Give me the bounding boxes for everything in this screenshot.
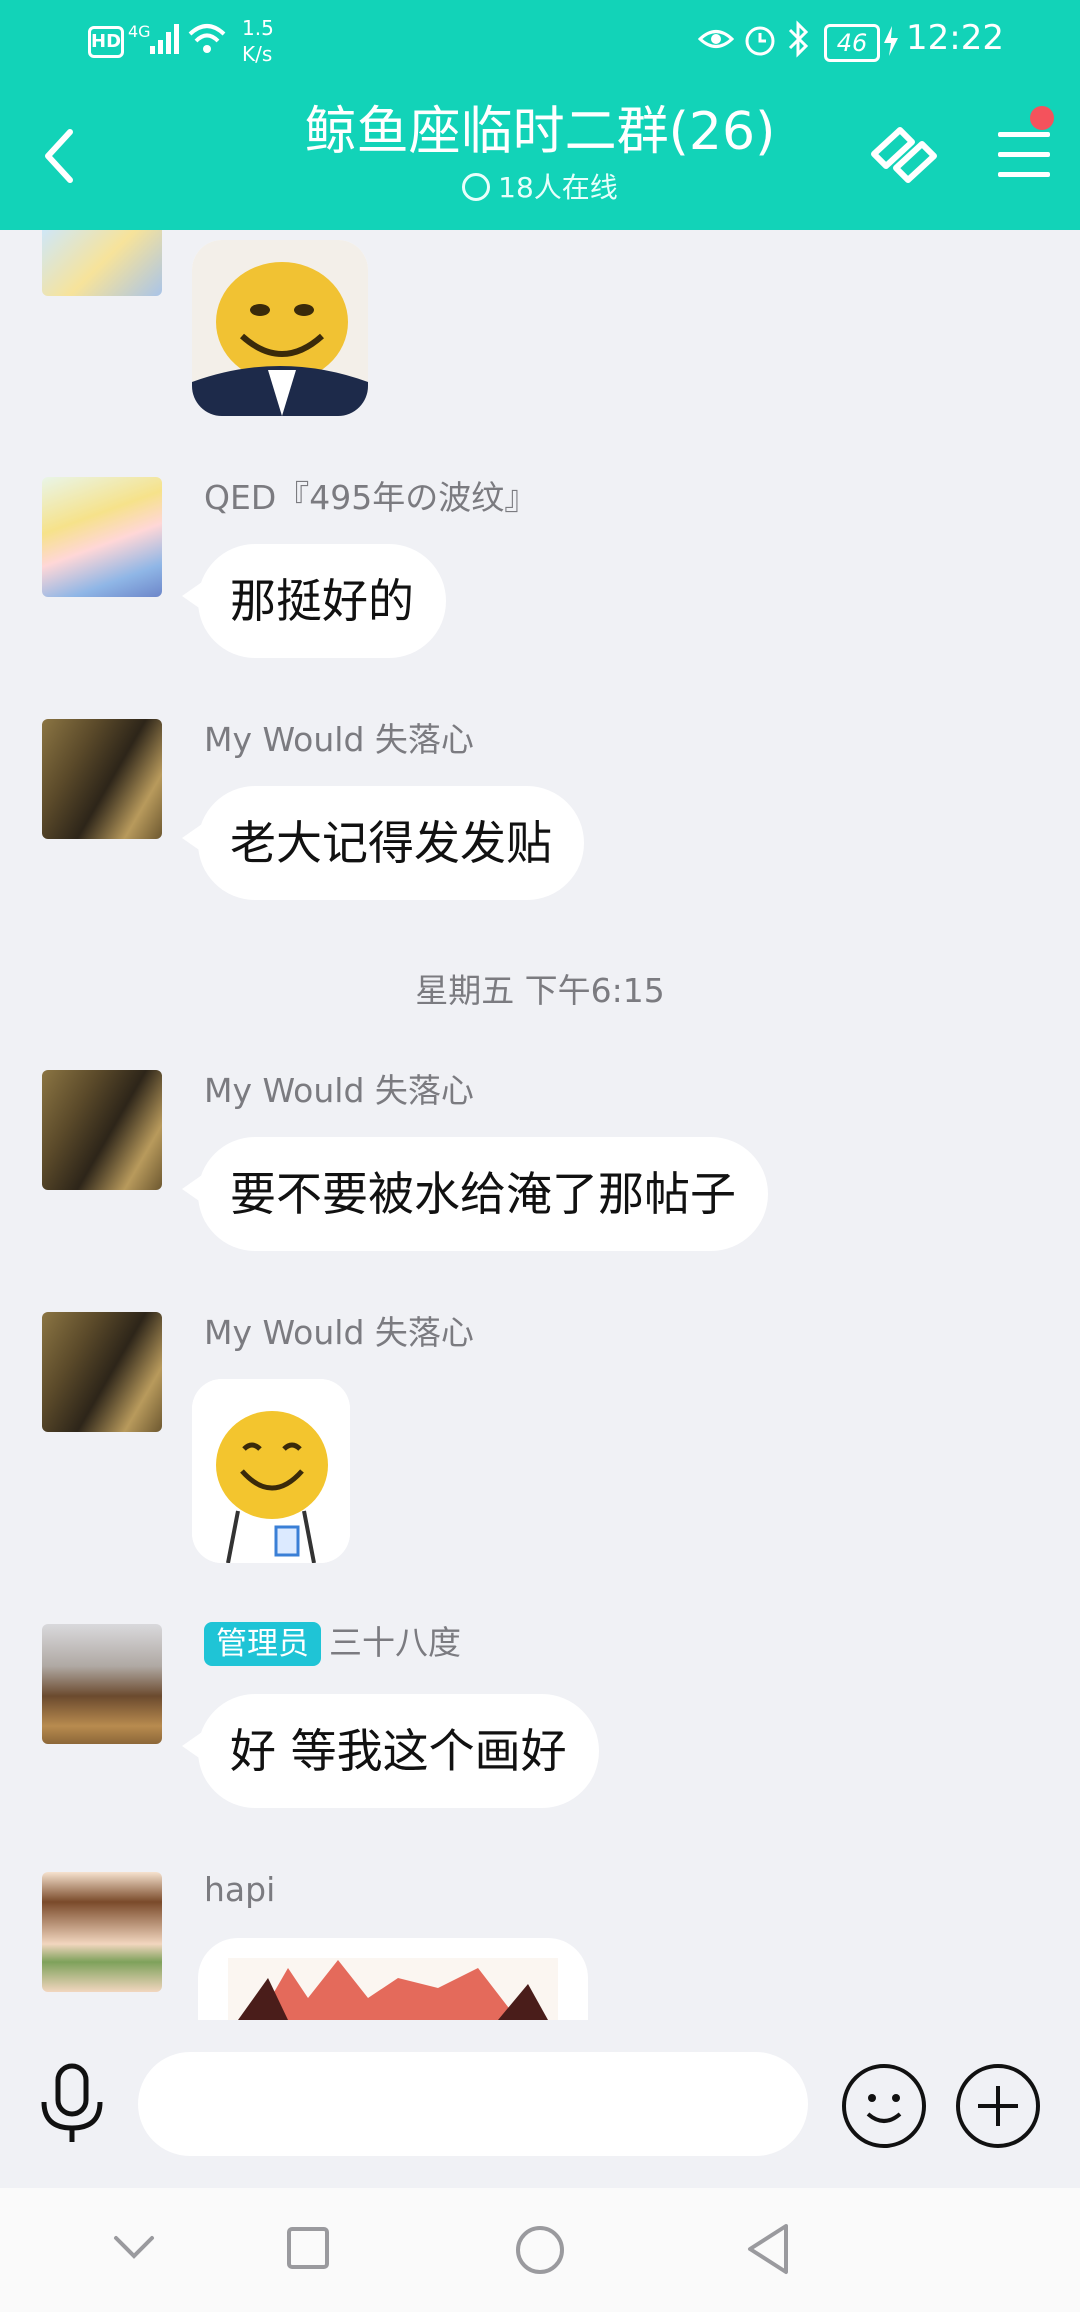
message-bubble[interactable]: 老大记得发发贴 bbox=[182, 786, 584, 900]
sender-name: My Would 失落心 bbox=[204, 1071, 474, 1110]
sender-name: hapi bbox=[204, 1870, 276, 1909]
alarm-icon bbox=[745, 26, 775, 56]
link-icon[interactable] bbox=[866, 120, 946, 192]
chat-header: HD 4G 1.5 K/s 46 12:22 鲸鱼座临时二群(26) 18人在线 bbox=[0, 0, 1080, 230]
system-nav-bar bbox=[0, 2188, 1080, 2312]
nav-hide-keyboard-icon[interactable] bbox=[112, 2232, 156, 2262]
check-circle-icon bbox=[462, 173, 491, 201]
smiley-face-sticker-icon bbox=[192, 240, 368, 416]
smiley-face-sticker-icon bbox=[192, 1379, 350, 1563]
notification-dot bbox=[1030, 106, 1054, 130]
message-input[interactable] bbox=[138, 2052, 808, 2156]
avatar[interactable] bbox=[42, 1872, 162, 1992]
avatar[interactable] bbox=[42, 1312, 162, 1432]
sender-name: 管理员 三十八度 bbox=[204, 1622, 461, 1666]
hd-indicator: HD bbox=[88, 26, 124, 58]
clock: 12:22 bbox=[906, 18, 1004, 58]
avatar[interactable] bbox=[42, 1624, 162, 1744]
eye-icon bbox=[698, 30, 734, 48]
admin-badge: 管理员 bbox=[204, 1622, 321, 1666]
charging-icon bbox=[884, 26, 898, 56]
sender-name: QED『495年の波纹』 bbox=[204, 478, 538, 517]
menu-icon[interactable] bbox=[996, 128, 1052, 180]
image-message[interactable] bbox=[198, 1938, 588, 2020]
nav-home-icon[interactable] bbox=[514, 2224, 566, 2276]
network-speed-value: 1.5 bbox=[242, 16, 274, 40]
emoji-icon bbox=[866, 2094, 902, 2123]
timestamp-divider: 星期五 下午6:15 bbox=[415, 971, 665, 1010]
avatar[interactable] bbox=[42, 719, 162, 839]
drawing-preview-icon bbox=[228, 1958, 558, 2020]
battery-icon: 46 bbox=[824, 24, 880, 62]
plus-button[interactable] bbox=[956, 2064, 1040, 2148]
wifi-icon bbox=[188, 24, 226, 53]
avatar[interactable] bbox=[42, 230, 162, 296]
network-speed-unit: K/s bbox=[242, 42, 273, 66]
message-bubble[interactable]: 要不要被水给淹了那帖子 bbox=[182, 1137, 768, 1251]
sticker-message[interactable] bbox=[192, 1379, 350, 1563]
avatar[interactable] bbox=[42, 477, 162, 597]
microphone-icon[interactable] bbox=[36, 2062, 108, 2146]
sender-name: My Would 失落心 bbox=[204, 720, 474, 759]
sender-name: My Would 失落心 bbox=[204, 1313, 474, 1352]
nav-back-icon[interactable] bbox=[744, 2222, 792, 2276]
message-bubble[interactable]: 那挺好的 bbox=[182, 544, 446, 658]
plus-icon bbox=[978, 2086, 1018, 2126]
signal-icon bbox=[150, 24, 179, 54]
avatar[interactable] bbox=[42, 1070, 162, 1190]
sticker-message[interactable] bbox=[192, 240, 368, 416]
bluetooth-icon bbox=[788, 20, 809, 58]
nav-recents-icon[interactable] bbox=[286, 2226, 330, 2270]
message-bubble[interactable]: 好 等我这个画好 bbox=[182, 1694, 599, 1808]
emoji-button[interactable] bbox=[842, 2064, 926, 2148]
